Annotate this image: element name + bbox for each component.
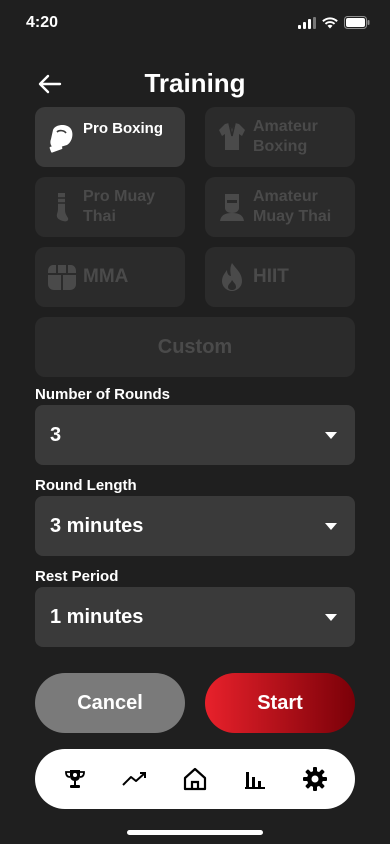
workout-label: Pro Muay Thai [83,188,156,225]
start-button[interactable]: Start [205,673,355,733]
workout-custom[interactable]: Custom [35,317,355,377]
workout-label: Custom [157,336,233,358]
rounds-value: 3 [50,423,62,446]
status-time: 4:20 [26,14,59,31]
home-indicator [127,830,263,835]
caret-down-icon [325,523,337,530]
workout-amateur-boxing[interactable]: Amateur Boxing [205,107,355,167]
battery-icon [344,16,370,29]
rest-period-label: Rest Period [35,568,119,585]
rounds-select[interactable]: 3 [35,405,355,465]
round-length-value: 3 minutes [50,514,144,537]
home-icon [183,767,207,791]
rest-period-select[interactable]: 1 minutes [35,587,355,647]
nav-home[interactable] [175,759,215,799]
nav-trophy[interactable] [55,759,95,799]
caret-down-icon [325,432,337,439]
nav-settings[interactable] [295,759,335,799]
nav-trends[interactable] [115,759,155,799]
rest-period-value: 1 minutes [50,605,144,628]
cancel-button[interactable]: Cancel [35,673,185,733]
flame-icon [215,260,249,294]
bottom-nav [35,749,355,809]
trophy-icon [65,770,85,788]
shin-guard-icon [45,190,79,224]
trend-icon [122,772,146,786]
wifi-icon [322,16,338,28]
signal-icon [298,16,316,29]
workout-label: Amateur Boxing [253,118,318,155]
workout-label: HIIT [253,266,289,287]
stats-icon [245,772,265,789]
workout-pro-boxing[interactable]: Pro Boxing [35,107,185,167]
status-bar: 4:20 [0,0,390,48]
status-icons [298,16,370,29]
rounds-label: Number of Rounds [35,386,170,403]
gi-uniform-icon [215,120,249,154]
workout-hiit[interactable]: HIIT [205,247,355,307]
mma-glove-icon [45,260,79,294]
boxing-glove-icon [45,120,79,154]
round-length-label: Round Length [35,477,137,494]
workout-mma[interactable]: MMA [35,247,185,307]
page-title: Training [144,68,246,98]
workout-label: Amateur Muay Thai [253,188,332,225]
workout-label: MMA [83,266,129,287]
nav-stats[interactable] [235,759,275,799]
workout-label: Pro Boxing [83,120,164,137]
fighter-mask-icon [215,190,249,224]
round-length-select[interactable]: 3 minutes [35,496,355,556]
workout-pro-muay-thai[interactable]: Pro Muay Thai [35,177,185,237]
caret-down-icon [325,614,337,621]
workout-amateur-muay-thai[interactable]: Amateur Muay Thai [205,177,355,237]
settings-icon [303,767,327,791]
